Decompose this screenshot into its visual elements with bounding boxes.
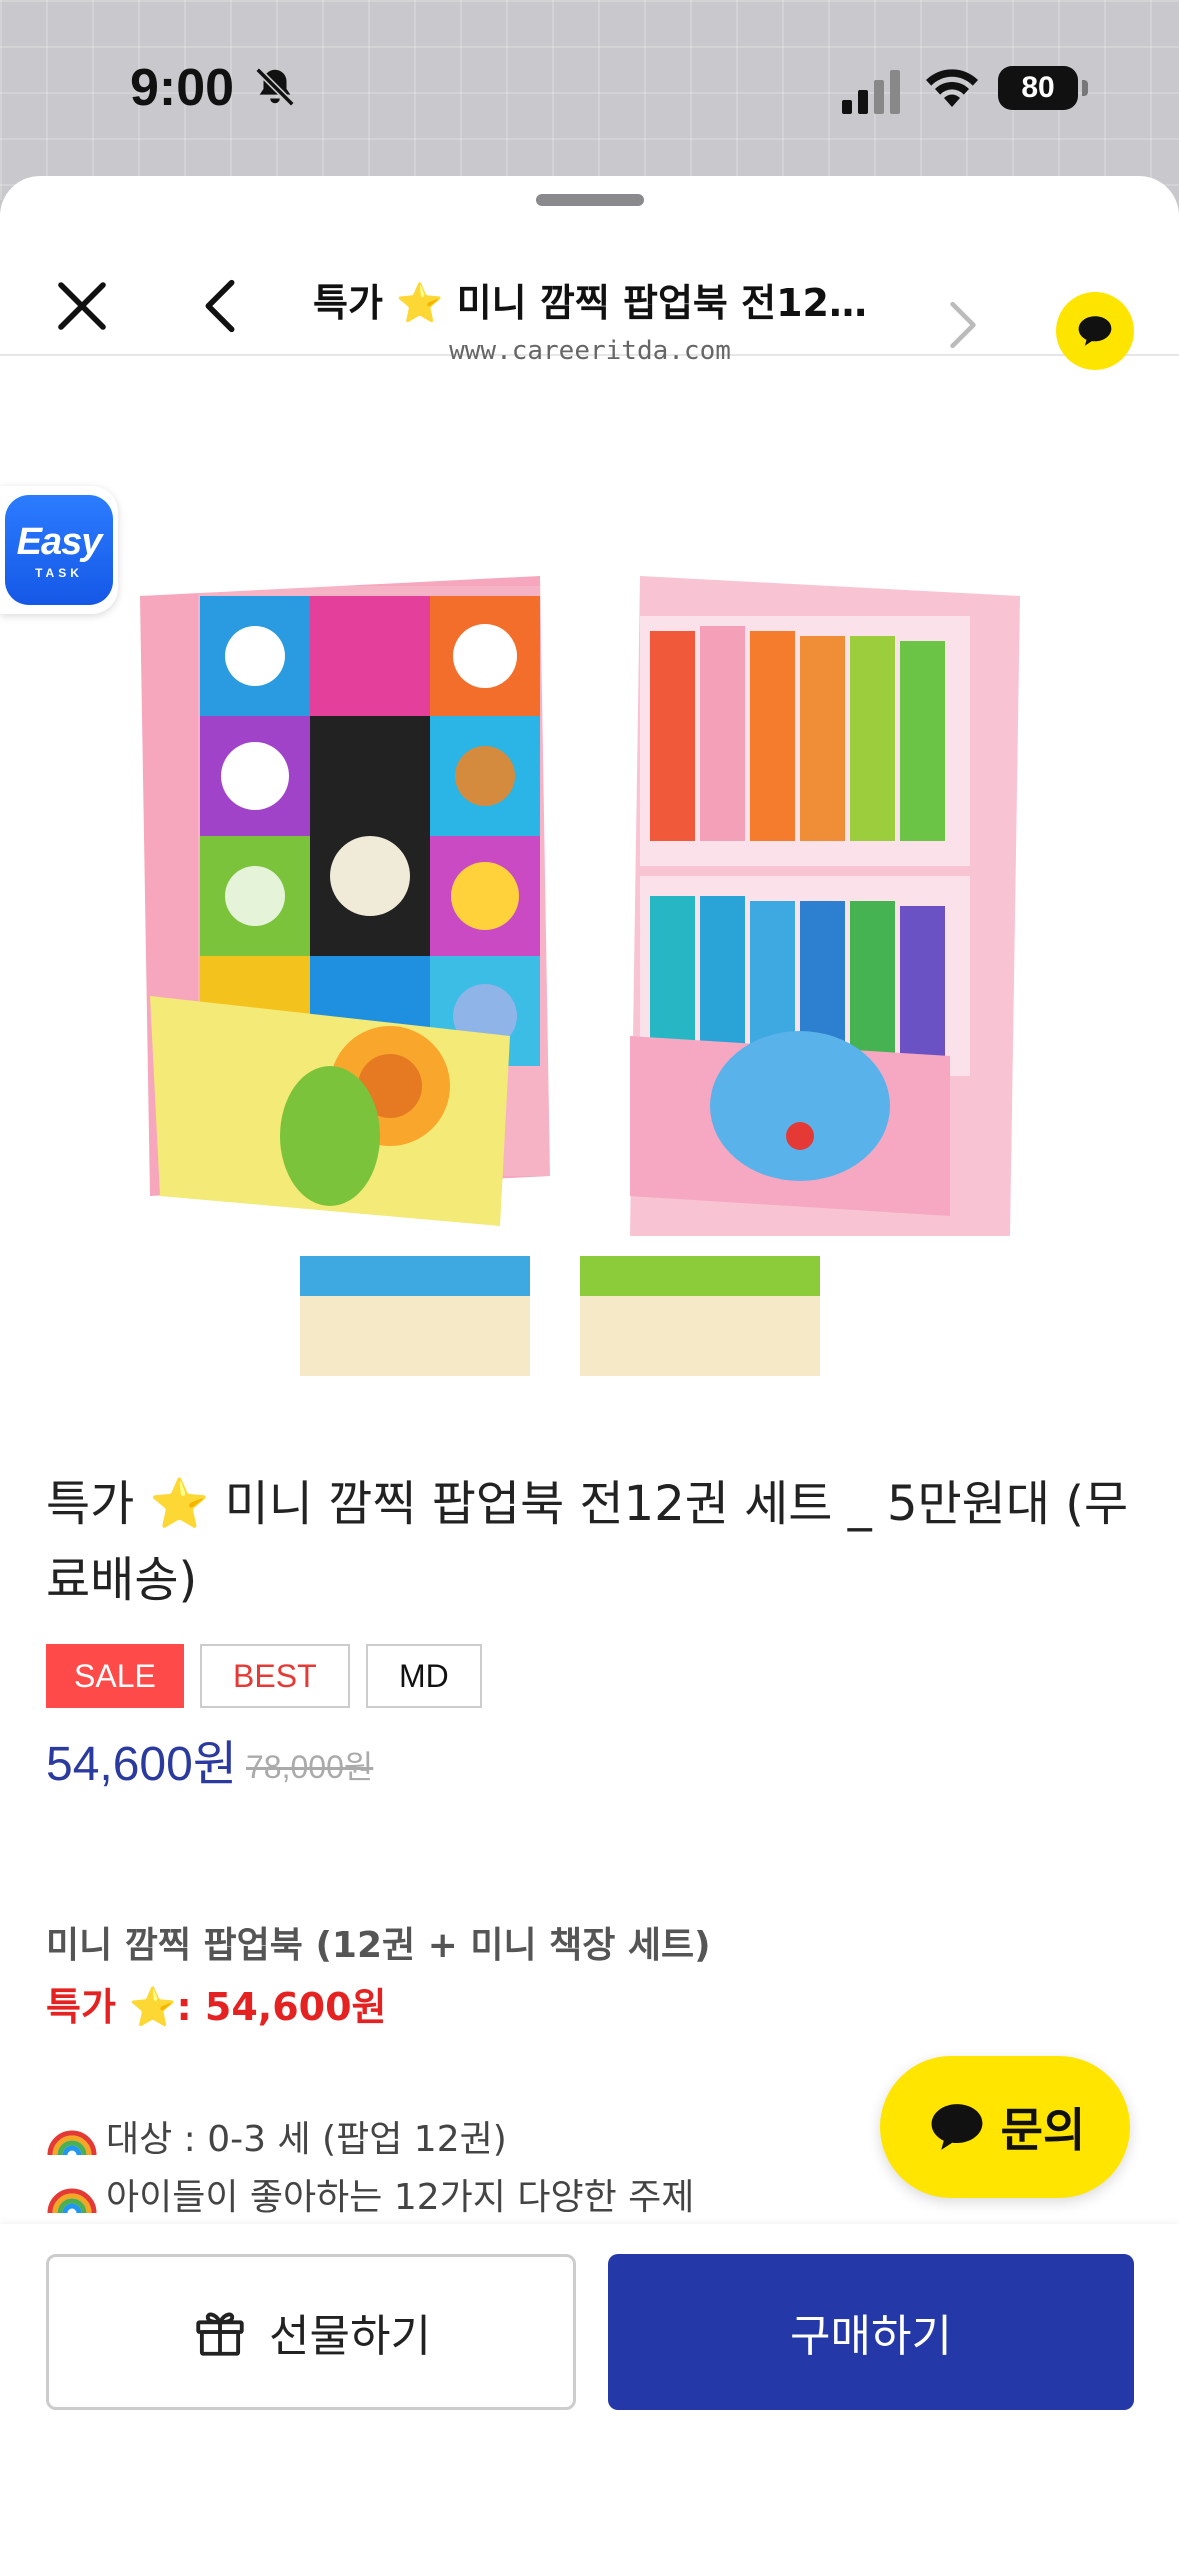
easy-task-badge[interactable]: Easy TASK [0, 486, 118, 614]
forward-chevron-icon[interactable] [946, 300, 980, 350]
description-special-price: 특가 ⭐: 54,600원 [46, 1985, 387, 2029]
bullet-text: 아이들이 좋아하는 12가지 다양한 주제 [106, 2177, 695, 2218]
gift-icon [196, 2312, 244, 2356]
buy-button[interactable]: 구매하기 [608, 2254, 1134, 2410]
rainbow-icon [47, 2188, 97, 2214]
back-chevron-icon[interactable] [200, 278, 240, 334]
gift-label: 선물하기 [269, 2311, 431, 2362]
easy-task-sub: TASK [35, 565, 83, 580]
bottom-action-bar: 선물하기 구매하기 [0, 2224, 1179, 2556]
description-bullet: 대상 : 0-3 세 (팝업 12권) [46, 2110, 507, 2162]
chat-bubble-icon [1078, 316, 1112, 346]
sheet-grabber[interactable] [536, 194, 644, 206]
browser-sheet: 특가 ⭐ 미니 깜찍 팝업북 전12… www.careeritda.com E… [0, 176, 1179, 2556]
buy-label: 구매하기 [790, 2311, 952, 2362]
inquiry-label: 문의 [1000, 2103, 1086, 2157]
stacked-books-illustration [300, 1256, 820, 1376]
battery-indicator: 80 [998, 66, 1078, 110]
bullet-text: 대상 : 0-3 세 (팝업 12권) [106, 2119, 507, 2160]
original-price: 78,000원 [246, 1749, 374, 1785]
product-image [140, 576, 1020, 1376]
easy-task-word: Easy [16, 520, 103, 563]
browser-nav-bar: 특가 ⭐ 미니 깜찍 팝업북 전12… www.careeritda.com [0, 216, 1179, 370]
kakao-chat-button[interactable] [1056, 292, 1134, 370]
battery-tip [1082, 80, 1088, 96]
status-time: 9:00 [130, 59, 235, 117]
close-icon[interactable] [54, 278, 110, 334]
product-tags: SALE BEST MD [46, 1644, 482, 1708]
cellular-signal-icon [842, 70, 900, 114]
description-name: 미니 깜찍 팝업북 (12권 + 미니 책장 세트) [46, 1925, 711, 1966]
page-title: 특가 ⭐ 미니 깜찍 팝업북 전12… [313, 281, 867, 325]
sale-badge: SALE [46, 1644, 184, 1708]
status-bar: 9:00 80 [0, 40, 1179, 136]
product-title: 특가 ⭐ 미니 깜찍 팝업북 전12권 세트 _ 5만원대 (무료배송) [46, 1476, 1129, 1608]
wifi-icon [926, 69, 978, 107]
best-badge: BEST [199, 1644, 350, 1708]
inquiry-button[interactable]: 문의 [880, 2056, 1130, 2198]
chat-bubble-icon [931, 2104, 983, 2150]
easy-task-logo: Easy TASK [5, 495, 113, 605]
sale-price: 54,600원 [46, 1738, 237, 1791]
rainbow-icon [47, 2130, 97, 2156]
gift-button[interactable]: 선물하기 [46, 2254, 576, 2410]
bell-off-icon [255, 67, 295, 107]
page-url: www.careeritda.com [449, 336, 731, 366]
md-badge: MD [365, 1644, 482, 1708]
description-bullet: 아이들이 좋아하는 12가지 다양한 주제 [46, 2168, 694, 2220]
